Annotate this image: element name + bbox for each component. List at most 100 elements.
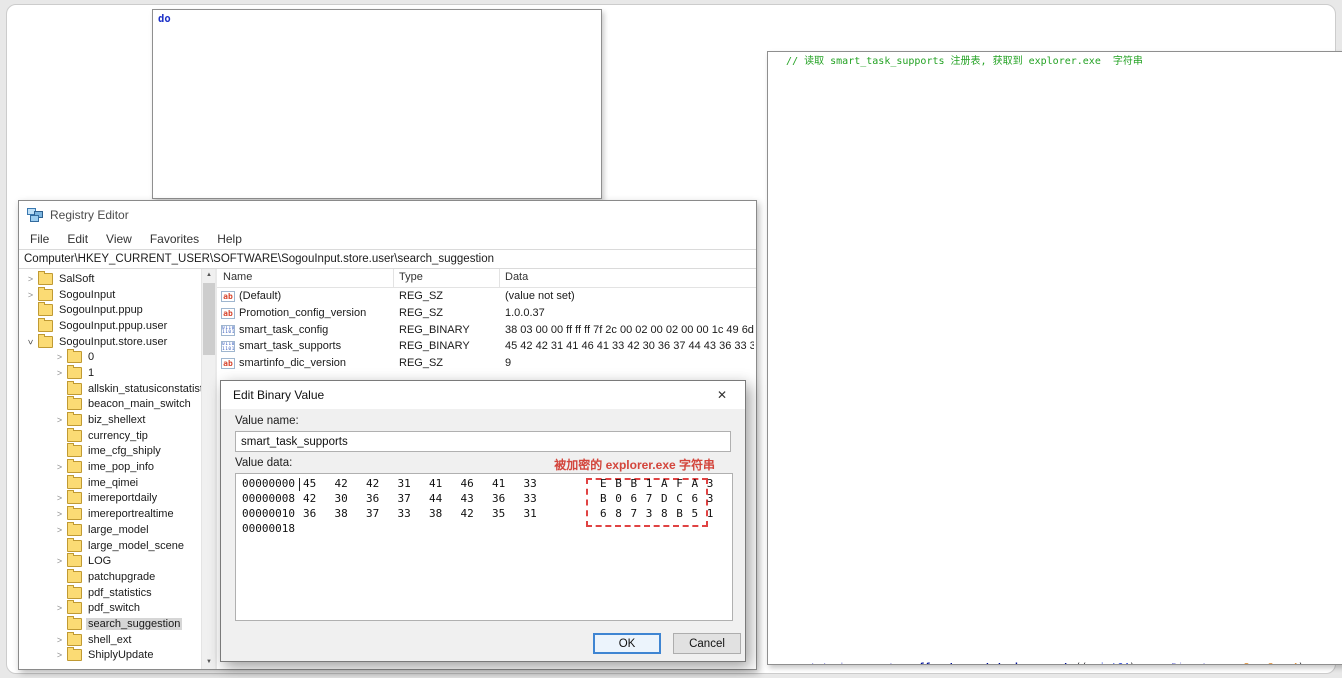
- expander-collapsed-icon[interactable]: >: [54, 650, 65, 660]
- expander-collapsed-icon[interactable]: >: [54, 525, 65, 535]
- tree-item-shell_ext[interactable]: > shell_ext: [19, 631, 201, 648]
- hex-row[interactable]: 00000010 36 38 37 33 38 42 35 31 6 8 7 3 8 B 5 1: [242, 507, 732, 522]
- tree-item-SogouInput.store.user[interactable]: > SogouInput.store.user: [19, 333, 201, 350]
- tree-item-label: LOG: [88, 555, 112, 568]
- tree-item-label: SogouInput.ppup: [59, 304, 143, 317]
- expander-collapsed-icon[interactable]: >: [54, 462, 65, 472]
- scroll-up-icon[interactable]: ▲: [202, 269, 216, 282]
- folder-icon: [67, 647, 82, 662]
- value-name: smart_task_supports: [239, 340, 342, 353]
- reg-sz-icon: ab: [221, 358, 235, 370]
- tree-item-search_suggestion[interactable]: search_suggestion: [19, 615, 201, 632]
- menu-help[interactable]: Help: [208, 232, 251, 246]
- value-name: Promotion_config_version: [239, 306, 367, 319]
- value-data: 1.0.0.37: [505, 306, 545, 319]
- tree-item-allskin_statusiconstatistics[interactable]: allskin_statusiconstatistics: [19, 380, 201, 397]
- hex-offset: 00000000: [242, 477, 295, 490]
- tree-item-imereportdaily[interactable]: > imereportdaily: [19, 490, 201, 507]
- reg-binary-icon: 0110 1101: [221, 341, 235, 353]
- registry-titlebar: Registry Editor: [19, 201, 756, 228]
- tree-item-SogouInput[interactable]: > SogouInput: [19, 286, 201, 303]
- tree-item-pdf_switch[interactable]: > pdf_switch: [19, 600, 201, 616]
- tree-item-pdf_statistics[interactable]: pdf_statistics: [19, 584, 201, 601]
- hex-byte: 42: [303, 492, 317, 505]
- folder-icon: [38, 302, 53, 317]
- tree-item-beacon_main_switch[interactable]: beacon_main_switch: [19, 396, 201, 413]
- tree-item-SalSoft[interactable]: > SalSoft: [19, 270, 201, 287]
- list-header: Name Type Data: [217, 269, 756, 288]
- expander-collapsed-icon[interactable]: >: [25, 274, 36, 284]
- column-header-data[interactable]: Data: [505, 271, 528, 283]
- menu-edit[interactable]: Edit: [58, 232, 97, 246]
- code-line: do: [158, 13, 171, 25]
- registry-row-Promotion_config_version[interactable]: ab Promotion_config_version REG_SZ 1.0.0.37: [217, 305, 756, 322]
- registry-row-smart_task_config[interactable]: 0110 1101 smart_task_config REG_BINARY 38 03…: [217, 322, 756, 339]
- value-type: REG_SZ: [399, 306, 444, 319]
- value-name-field[interactable]: [235, 431, 731, 452]
- hex-byte: 36: [303, 507, 317, 520]
- tree-item-label: 1: [88, 366, 95, 379]
- tree-item-ime_qimei[interactable]: ime_qimei: [19, 474, 201, 491]
- cancel-button[interactable]: Cancel: [673, 633, 741, 654]
- column-header-type[interactable]: Type: [399, 271, 423, 283]
- menu-file[interactable]: File: [21, 232, 58, 246]
- expander-collapsed-icon[interactable]: >: [54, 368, 65, 378]
- menu-favorites[interactable]: Favorites: [141, 232, 208, 246]
- scrollbar-thumb[interactable]: [203, 283, 215, 355]
- hex-byte: 46: [460, 477, 474, 490]
- tree-item-large_model_scene[interactable]: large_model_scene: [19, 537, 201, 554]
- expander-collapsed-icon[interactable]: >: [54, 415, 65, 425]
- tree-scrollbar[interactable]: ▲ ▼: [201, 269, 216, 669]
- tree-item-imereportrealtime[interactable]: > imereportrealtime: [19, 506, 201, 522]
- ok-button[interactable]: OK: [593, 633, 661, 654]
- registry-row-smart_task_supports[interactable]: 0110 1101 smart_task_supports REG_BINARY 45 …: [217, 338, 756, 355]
- column-separator[interactable]: [393, 269, 394, 287]
- hex-row[interactable]: 00000008 42 30 36 37 44 43 36 33 B 0 6 7 D C 6 3: [242, 492, 732, 507]
- tree-item-patchupgrade[interactable]: patchupgrade: [19, 568, 201, 585]
- tree-item-label: SalSoft: [59, 272, 95, 285]
- expander-collapsed-icon[interactable]: >: [25, 290, 36, 300]
- tree-item-LOG[interactable]: > LOG: [19, 553, 201, 569]
- expander-expanded-icon[interactable]: >: [26, 336, 36, 347]
- value-type: REG_BINARY: [399, 340, 470, 353]
- registry-row-(Default)[interactable]: ab (Default) REG_SZ (value not set): [217, 288, 756, 305]
- column-header-name[interactable]: Name: [223, 271, 252, 283]
- tree-item-SogouInput.ppup.user[interactable]: SogouInput.ppup.user: [19, 317, 201, 334]
- close-icon[interactable]: ✕: [711, 386, 733, 404]
- hex-byte: 38: [429, 507, 443, 520]
- expander-collapsed-icon[interactable]: >: [54, 352, 65, 362]
- expander-collapsed-icon[interactable]: >: [54, 635, 65, 645]
- hex-row[interactable]: 00000000 45 42 42 31 41 46 41 33 E B B 1 A F A 3: [242, 477, 732, 492]
- registry-row-smartinfo_dic_version[interactable]: ab smartinfo_dic_version REG_SZ 9: [217, 355, 756, 372]
- tree-item-label: ime_cfg_shiply: [88, 445, 161, 458]
- expander-collapsed-icon[interactable]: >: [54, 509, 65, 519]
- tree-item-biz_shellext[interactable]: > biz_shellext: [19, 412, 201, 428]
- tree-item-SogouInput.ppup[interactable]: SogouInput.ppup: [19, 302, 201, 318]
- folder-icon: [67, 506, 82, 521]
- value-name: smartinfo_dic_version: [239, 357, 346, 370]
- menu-bar: File Edit View Favorites Help: [19, 228, 756, 249]
- tree-item-currency_tip[interactable]: currency_tip: [19, 427, 201, 444]
- tree-item-label: ime_qimei: [88, 476, 139, 489]
- expander-collapsed-icon[interactable]: >: [54, 556, 65, 566]
- scroll-down-icon[interactable]: ▼: [202, 656, 216, 669]
- expander-collapsed-icon[interactable]: >: [54, 603, 65, 613]
- hex-row[interactable]: 00000018: [242, 522, 732, 537]
- tree-item-0[interactable]: >0: [19, 349, 201, 365]
- tree-item-ime_pop_info[interactable]: > ime_pop_info: [19, 459, 201, 475]
- hex-byte: 36: [366, 492, 380, 505]
- tree-item-large_model[interactable]: > large_model: [19, 521, 201, 538]
- address-bar[interactable]: Computer\HKEY_CURRENT_USER\SOFTWARE\Sogo…: [19, 249, 756, 269]
- tree-item-1[interactable]: >1: [19, 364, 201, 381]
- hex-editor[interactable]: 00000000 45 42 42 31 41 46 41 33 E B B 1 A F A 30…: [235, 473, 733, 621]
- tree-item-ime_cfg_shiply[interactable]: ime_cfg_shiply: [19, 443, 201, 460]
- menu-view[interactable]: View: [97, 232, 141, 246]
- expander-collapsed-icon[interactable]: >: [54, 493, 65, 503]
- edit-binary-value-dialog: Edit Binary Value ✕ Value name: Value da…: [220, 380, 746, 662]
- tree-item-label: pdf_statistics: [88, 586, 152, 599]
- hex-byte: 44: [429, 492, 443, 505]
- hex-byte: 42: [366, 477, 380, 490]
- tree-item-ShiplyUpdate[interactable]: > ShiplyUpdate: [19, 647, 201, 664]
- column-separator[interactable]: [499, 269, 500, 287]
- hex-byte: 35: [492, 507, 506, 520]
